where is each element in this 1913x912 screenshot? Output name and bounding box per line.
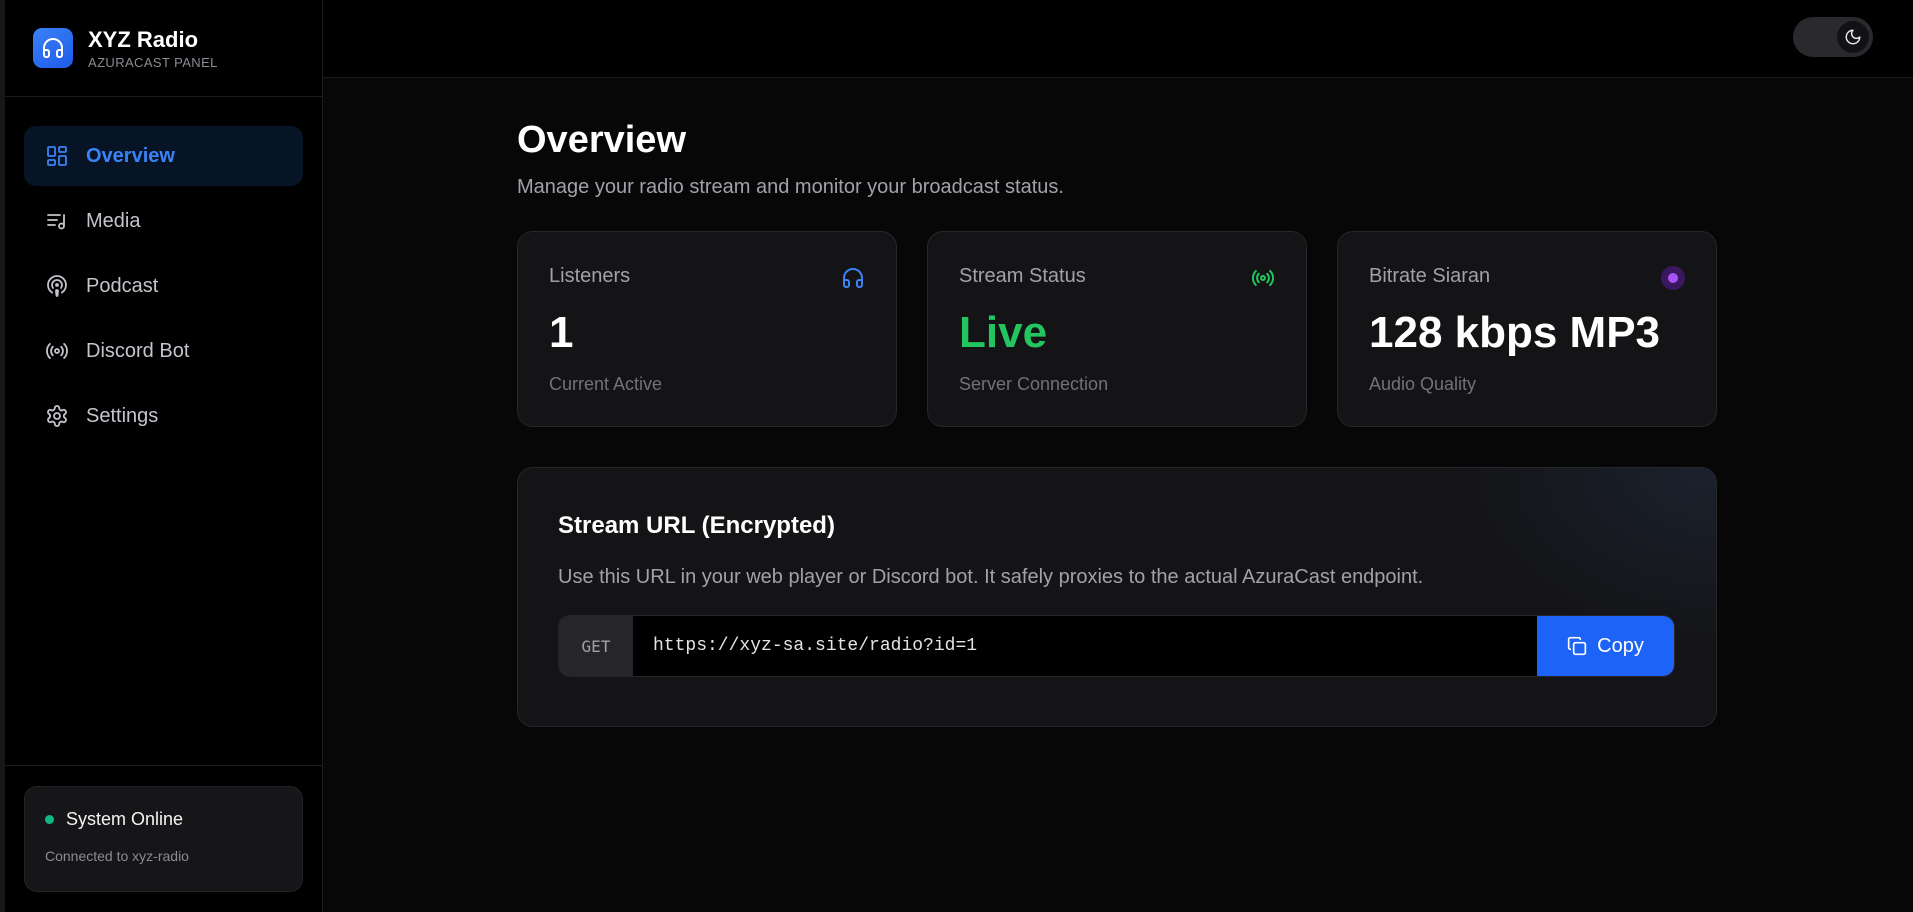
sidebar-item-label: Settings: [86, 404, 159, 427]
stat-caption: Server Connection: [959, 374, 1109, 394]
system-status-card: System Online Connected to xyz-radio: [24, 786, 303, 892]
listeners-card: Listeners 1 Current Active: [517, 231, 897, 427]
podcast-icon: [44, 273, 70, 299]
gear-icon: [44, 403, 70, 429]
broadcast-icon: [44, 338, 70, 364]
sidebar-item-label: Media: [86, 209, 141, 232]
headphones-icon: [840, 265, 866, 291]
page-subtitle: Manage your radio stream and monitor you…: [517, 176, 1064, 198]
stream-url-bar: GET https://xyz-sa.site/radio?id=1 Copy: [558, 615, 1675, 677]
sidebar: XYZ Radio AZURACAST PANEL Overview Media…: [0, 0, 323, 912]
sidebar-item-label: Podcast: [86, 274, 159, 297]
status-subtitle: Connected to xyz-radio: [45, 848, 189, 864]
sidebar-footer: System Online Connected to xyz-radio: [5, 765, 322, 912]
moon-icon: [1837, 21, 1869, 53]
status-dot-icon: [45, 815, 54, 824]
sidebar-nav: Overview Media Podcast Discord Bot Setti…: [5, 97, 322, 446]
stat-label: Stream Status: [959, 265, 1086, 287]
copy-icon: [1567, 636, 1587, 656]
stat-caption: Audio Quality: [1369, 374, 1477, 394]
stream-url-field[interactable]: https://xyz-sa.site/radio?id=1: [633, 616, 1537, 676]
sidebar-item-discord-bot[interactable]: Discord Bot: [24, 321, 303, 381]
brand-subtitle: AZURACAST PANEL: [88, 54, 218, 70]
record-dot-icon: [1660, 265, 1686, 291]
stream-status-card: Stream Status Live Server Connection: [927, 231, 1307, 427]
overview-content: Overview Manage your radio stream and mo…: [323, 78, 1717, 727]
brand-title: XYZ Radio: [88, 26, 199, 52]
stat-value: 128 kbps MP3: [1369, 308, 1661, 357]
stat-value: Live: [959, 308, 1048, 357]
topbar: [323, 0, 1913, 78]
stream-url-description: Use this URL in your web player or Disco…: [558, 566, 1424, 588]
stream-url-title: Stream URL (Encrypted): [558, 512, 835, 539]
status-title: System Online: [66, 809, 184, 829]
app-shell: XYZ Radio AZURACAST PANEL Overview Media…: [0, 0, 1913, 912]
http-method-badge: GET: [559, 616, 633, 676]
brand-header: XYZ Radio AZURACAST PANEL: [5, 0, 322, 97]
sidebar-item-label: Overview: [86, 144, 175, 167]
status-row: System Online: [45, 809, 282, 830]
stat-label: Listeners: [549, 265, 631, 287]
main-area: Overview Manage your radio stream and mo…: [323, 0, 1913, 912]
stat-label: Bitrate Siaran: [1369, 265, 1491, 287]
stat-value: 1: [549, 308, 574, 357]
copy-button[interactable]: Copy: [1537, 616, 1674, 676]
sidebar-item-media[interactable]: Media: [24, 191, 303, 251]
sidebar-item-overview[interactable]: Overview: [24, 126, 303, 186]
music-list-icon: [44, 208, 70, 234]
copy-button-label: Copy: [1597, 634, 1644, 657]
stat-caption: Current Active: [549, 374, 663, 394]
page-title: Overview: [517, 119, 686, 161]
brand-text: XYZ Radio AZURACAST PANEL: [88, 27, 218, 70]
theme-toggle[interactable]: [1793, 17, 1873, 57]
sidebar-item-label: Discord Bot: [86, 339, 190, 362]
sidebar-item-settings[interactable]: Settings: [24, 386, 303, 446]
bitrate-card: Bitrate Siaran 128 kbps MP3 Audio Qualit…: [1337, 231, 1717, 427]
stream-url-card: Stream URL (Encrypted) Use this URL in y…: [517, 467, 1717, 727]
sidebar-item-podcast[interactable]: Podcast: [24, 256, 303, 316]
dashboard-grid-icon: [44, 143, 70, 169]
stats-row: Listeners 1 Current Active Stream Status: [517, 231, 1717, 427]
broadcast-icon: [1250, 265, 1276, 291]
headphones-icon: [33, 28, 73, 68]
